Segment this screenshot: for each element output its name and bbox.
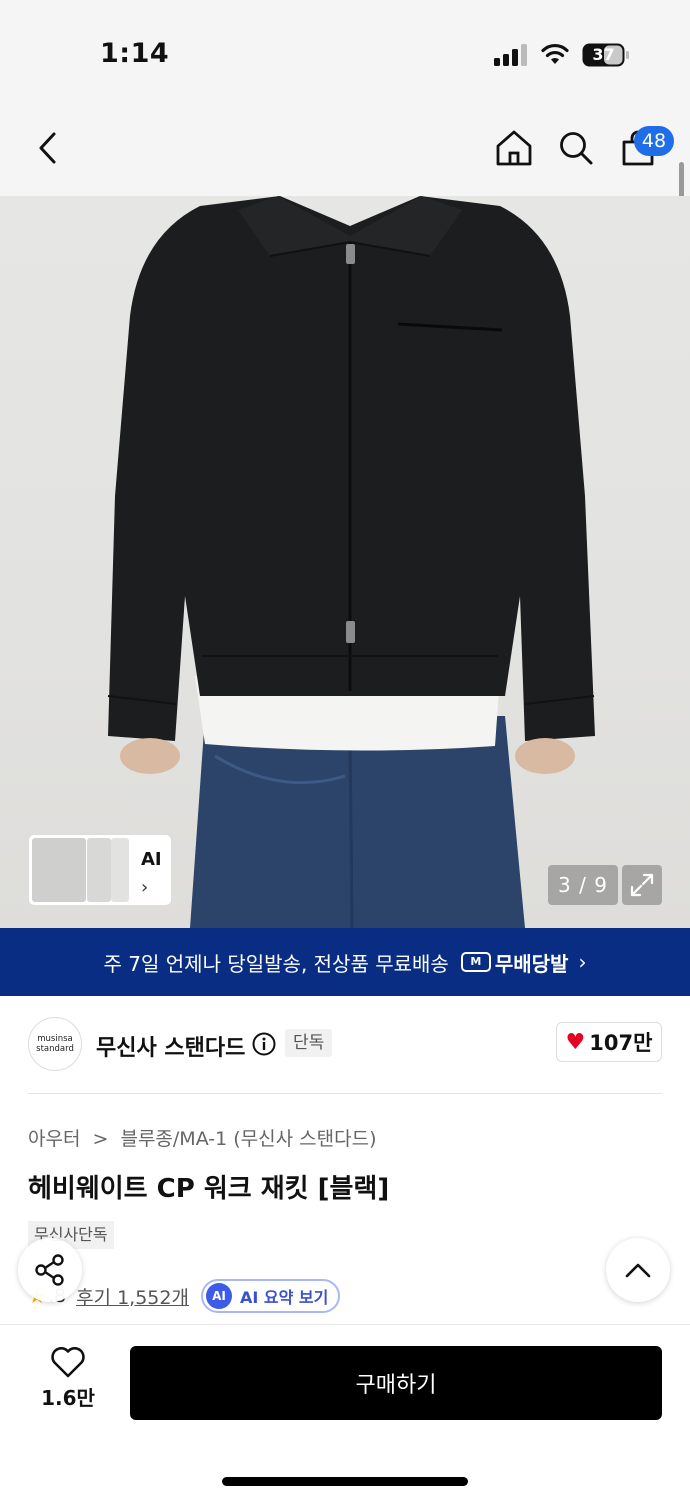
thumbnail-image [111, 838, 129, 902]
promo-logo-text: 무배당발 [494, 951, 569, 976]
brand-logo-line2: standard [36, 1044, 74, 1054]
ai-summary-label: AI 요약 보기 [239, 1288, 329, 1307]
brand-logo[interactable]: musinsa standard [28, 1017, 82, 1071]
share-icon [35, 1254, 64, 1286]
chevron-up-icon [625, 1263, 651, 1278]
signal-icon [494, 44, 527, 66]
review-link[interactable]: 후기 1,552개 [76, 1283, 189, 1310]
brand-name[interactable]: 무신사 스탠다드 [96, 1030, 245, 1062]
thumbnail-image [87, 838, 111, 902]
search-button[interactable] [552, 124, 600, 172]
buy-button[interactable]: 구매하기 [130, 1346, 662, 1420]
breadcrumb-item[interactable]: 블루종/MA-1 (무신사 스탠다드) [120, 1128, 376, 1150]
share-button[interactable] [18, 1238, 82, 1302]
promo-text: 주 7일 언제나 당일발송, 전상품 무료배송 [103, 951, 449, 976]
divider [28, 1093, 662, 1094]
info-icon[interactable] [252, 1032, 276, 1056]
scroll-top-button[interactable] [606, 1238, 670, 1302]
brand-like-button[interactable]: ♥ 107만 [556, 1022, 662, 1062]
thumbnail-image [32, 838, 86, 902]
home-button[interactable] [490, 124, 538, 172]
battery-icon: 37 [582, 43, 630, 67]
brand-logo-line1: musinsa [37, 1034, 73, 1044]
ai-summary-button[interactable]: AI AI 요약 보기 [200, 1279, 341, 1313]
jacket-photo [107, 196, 595, 928]
status-time: 1:14 [100, 38, 170, 69]
breadcrumb: 아우터 > 블루종/MA-1 (무신사 스탠다드) [28, 1124, 377, 1151]
app-header [0, 100, 690, 196]
breadcrumb-item[interactable]: 아우터 [28, 1128, 80, 1150]
expand-icon [630, 873, 654, 897]
home-icon [496, 130, 532, 166]
product-title: 헤비웨이트 CP 워크 재킷 [블랙] [28, 1174, 390, 1204]
chevron-left-icon [39, 132, 56, 164]
status-bar: 1:14 37 [0, 0, 690, 100]
home-indicator [222, 1477, 468, 1486]
divider [0, 1324, 690, 1325]
cart-count-badge: 48 [634, 126, 674, 156]
search-icon [560, 132, 593, 165]
expand-button[interactable] [622, 865, 662, 905]
brand-row: musinsa standard 무신사 스탠다드 단독 ♥ 107만 [0, 996, 690, 1094]
delivery-truck-icon: M [460, 952, 491, 972]
free-delivery-logo: M 무배당발 [460, 948, 569, 977]
exclusive-tag: 단독 [285, 1029, 333, 1057]
promo-banner[interactable]: 주 7일 언제나 당일발송, 전상품 무료배송 M 무배당발 › [0, 928, 690, 996]
wishlist-count: 1.6만 [41, 1386, 95, 1410]
ai-badge-icon: AI [205, 1283, 232, 1309]
ai-styling-thumbnail[interactable]: AI › [28, 834, 172, 906]
breadcrumb-separator: > [92, 1128, 109, 1150]
wifi-icon [541, 43, 569, 64]
brand-like-count: 107만 [589, 1031, 653, 1055]
back-button[interactable] [24, 124, 72, 172]
product-image[interactable] [0, 196, 690, 928]
image-counter: 3 / 9 [548, 865, 618, 905]
battery-level: 37 [592, 45, 615, 64]
heart-icon: ♥ [565, 1029, 586, 1055]
wishlist-button[interactable]: 1.6만 [28, 1346, 108, 1420]
ai-label: AI [141, 849, 162, 870]
chevron-right-icon: › [578, 950, 587, 974]
heart-outline-icon [51, 1347, 85, 1378]
chevron-right-icon: › [141, 877, 149, 898]
